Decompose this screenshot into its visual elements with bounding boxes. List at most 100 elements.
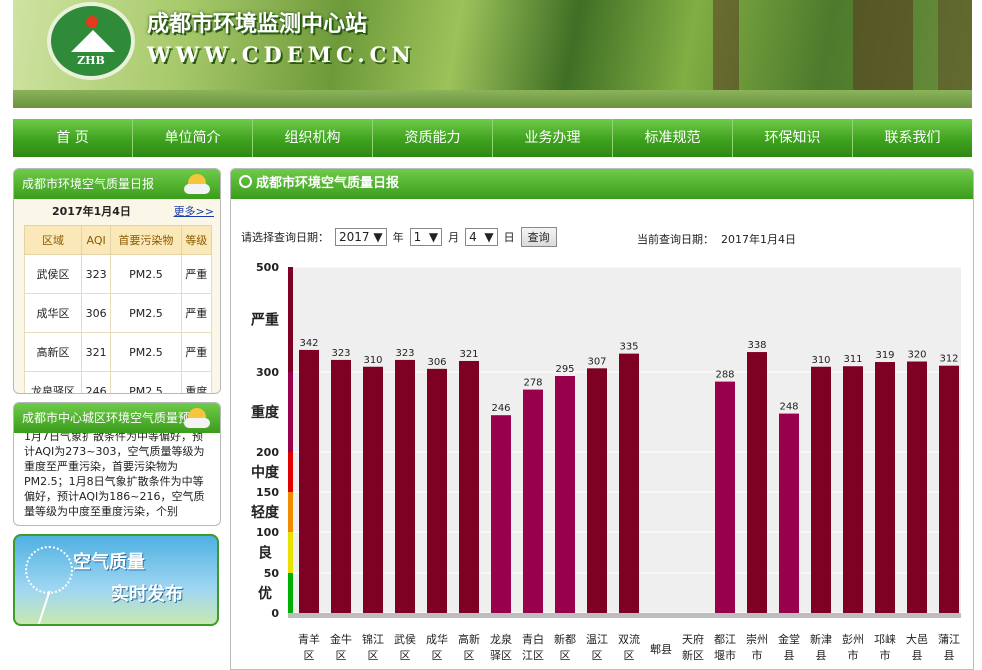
- current-date-display: 当前查询日期： 2017年1月4日: [637, 231, 796, 247]
- x-tick-label: 温江: [586, 633, 608, 646]
- level-label: 重度: [251, 404, 280, 421]
- bar: [939, 365, 959, 613]
- level-band: [288, 452, 293, 492]
- x-axis-base: [288, 613, 961, 618]
- current-date-label: 当前查询日期：: [637, 233, 714, 246]
- level-band: [288, 532, 293, 573]
- level-label: 轻度: [251, 504, 280, 521]
- nav-about[interactable]: 单位简介: [133, 119, 253, 157]
- nav-standards[interactable]: 标准规范: [613, 119, 733, 157]
- cell-aqi: 321: [81, 332, 112, 372]
- y-tick-label: 0: [271, 607, 279, 620]
- x-tick-label: 新津: [810, 632, 832, 646]
- nav-organization[interactable]: 组织机构: [253, 119, 373, 157]
- day-select[interactable]: 4 ▼: [465, 228, 498, 246]
- dandelion-icon: [25, 546, 73, 594]
- year-unit: 年: [392, 231, 404, 244]
- chevron-down-icon: ▼: [373, 230, 383, 244]
- bar: [363, 366, 383, 613]
- air-quality-realtime-banner[interactable]: 空气质量 实时发布: [13, 534, 219, 626]
- zhb-logo[interactable]: ZHB: [47, 2, 135, 80]
- x-tick-label: 区: [336, 649, 347, 662]
- data-label: 310: [363, 355, 382, 366]
- daily-report-header: 成都市环境空气质量日报: [14, 169, 220, 199]
- x-tick-label: 双流: [618, 632, 640, 646]
- x-tick-label: 崇州: [746, 633, 768, 646]
- year-select[interactable]: 2017 ▼: [335, 228, 387, 246]
- cell-pollutant: PM2.5: [110, 332, 182, 372]
- data-label: 246: [491, 403, 510, 414]
- aqi-table: 区域 AQI 首要污染物 等级 武侯区 323 PM2.5 严重 成华区 306…: [23, 225, 213, 393]
- bar: [811, 366, 831, 613]
- cell-area: 成华区: [23, 293, 83, 333]
- cell-level: 严重: [180, 332, 213, 372]
- table-row: 高新区 321 PM2.5 严重: [23, 332, 213, 372]
- x-tick-label: 青羊: [298, 632, 320, 646]
- month-select[interactable]: 1 ▼: [409, 228, 443, 246]
- cell-area: 高新区: [23, 332, 83, 372]
- banner-ground: [13, 90, 972, 108]
- logo-mountain-icon: [71, 30, 115, 52]
- daily-date: 2017年1月4日: [52, 205, 131, 218]
- x-tick-label: 青白: [522, 632, 544, 646]
- data-label: 288: [715, 370, 734, 381]
- table-row: 成华区 306 PM2.5 严重: [23, 293, 213, 333]
- data-label: 295: [555, 364, 574, 375]
- x-tick-label: 区: [304, 649, 315, 662]
- x-tick-label: 成华: [426, 632, 448, 646]
- bar: [843, 366, 863, 613]
- nav-contact[interactable]: 联系我们: [853, 119, 972, 157]
- promo-line2: 实时发布: [111, 584, 183, 605]
- main-header: 成都市环境空气质量日报: [231, 169, 973, 199]
- bar: [747, 352, 767, 613]
- cell-area: 武侯区: [23, 254, 83, 294]
- x-tick-label: 区: [592, 649, 603, 662]
- data-label: 323: [331, 348, 350, 359]
- header-banner: ZHB 成都市环境监测中心站 WWW.CDEMC.CN: [13, 0, 972, 108]
- daily-report-title: 成都市环境空气质量日报: [22, 177, 155, 191]
- main-title: 成都市环境空气质量日报: [256, 176, 400, 191]
- more-link[interactable]: 更多>>: [174, 199, 214, 225]
- cell-aqi: 323: [81, 254, 112, 294]
- cell-level: 严重: [180, 254, 213, 294]
- nav-business[interactable]: 业务办理: [493, 119, 613, 157]
- weather-sun-icon: [182, 172, 212, 196]
- x-tick-label: 郫县: [650, 642, 672, 656]
- cell-pollutant: PM2.5: [110, 371, 182, 393]
- x-tick-label: 金堂: [778, 632, 800, 646]
- bar: [427, 368, 447, 613]
- dandelion-stem: [37, 590, 51, 624]
- bar: [491, 415, 511, 613]
- bar: [587, 368, 607, 613]
- bar: [619, 353, 639, 613]
- x-tick-label: 县: [816, 649, 827, 662]
- cell-pollutant: PM2.5: [110, 293, 182, 333]
- nav-knowledge[interactable]: 环保知识: [733, 119, 853, 157]
- bar: [331, 359, 351, 613]
- bar: [459, 360, 479, 613]
- query-button[interactable]: 查询: [520, 227, 557, 247]
- month-unit: 月: [448, 231, 460, 244]
- site-url: WWW.CDEMC.CN: [147, 42, 416, 67]
- y-tick-label: 100: [256, 526, 279, 539]
- col-area: 区域: [23, 225, 83, 255]
- table-row: 龙泉驿区 246 PM2.5 重度: [23, 371, 213, 393]
- x-tick-label: 邛崃: [874, 633, 896, 646]
- main-nav: 首 页 单位简介 组织机构 资质能力 业务办理 标准规范 环保知识 联系我们: [13, 119, 972, 157]
- y-tick-label: 500: [256, 261, 279, 274]
- aqi-bar-chart: 0 50 100 150 200 300 500 优 良 轻度 中度 重度 严重 342 青羊区 323 金牛区…: [250, 261, 961, 662]
- day-unit: 日: [503, 231, 515, 244]
- data-label: 278: [523, 378, 542, 389]
- x-tick-label: 区: [560, 649, 571, 662]
- data-label: 323: [395, 348, 414, 359]
- nav-qualification[interactable]: 资质能力: [373, 119, 493, 157]
- nav-home[interactable]: 首 页: [13, 119, 133, 157]
- circle-icon: [239, 175, 252, 188]
- x-tick-label: 区: [432, 649, 443, 662]
- x-tick-label: 区: [624, 649, 635, 662]
- main-panel: 成都市环境空气质量日报 请选择查询日期： 2017 ▼ 年 1 ▼ 月 4 ▼ …: [230, 168, 974, 670]
- forecast-text: 1月7日气象扩散条件为中等偏好，预计AQI为273~303，空气质量等级为重度至…: [24, 430, 205, 518]
- current-date-value: 2017年1月4日: [721, 233, 796, 246]
- data-label: 342: [299, 338, 318, 349]
- data-label: 312: [939, 354, 958, 365]
